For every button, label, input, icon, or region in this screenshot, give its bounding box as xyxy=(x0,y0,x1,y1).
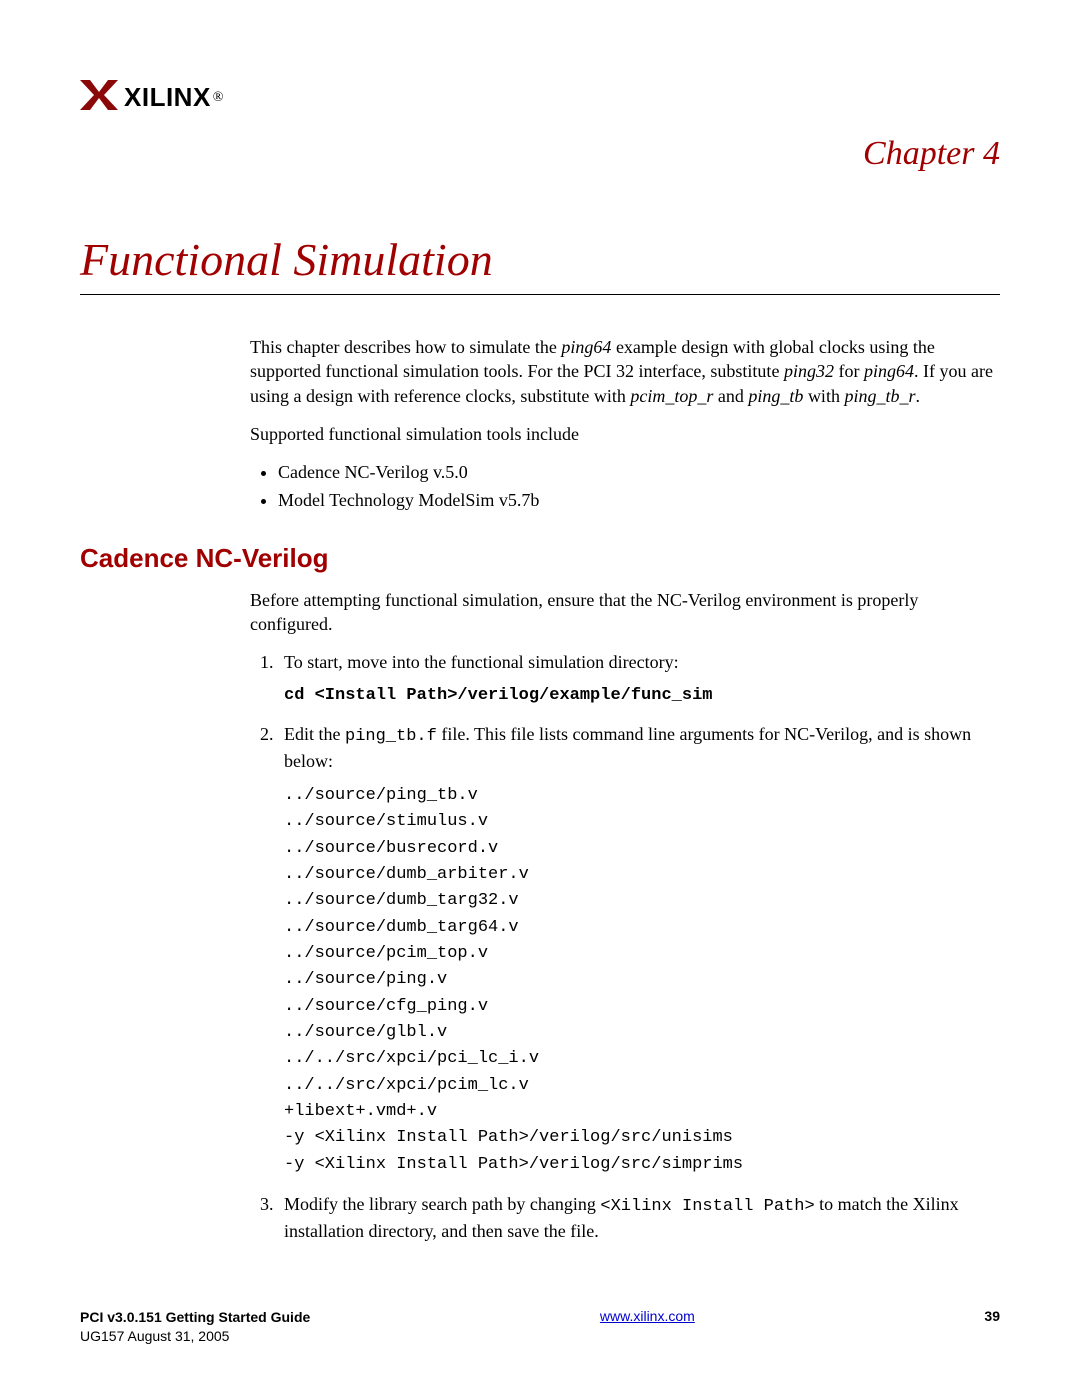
code-line: -y <Xilinx Install Path>/verilog/src/sim… xyxy=(284,1152,1000,1178)
footer-url-link[interactable]: www.xilinx.com xyxy=(600,1308,695,1324)
step-3: Modify the library search path by changi… xyxy=(278,1192,1000,1243)
code-listing: ../source/ping_tb.v../source/stimulus.v.… xyxy=(284,783,1000,1178)
code-line: ../source/ping_tb.v xyxy=(284,783,1000,809)
logo: XILINX ® xyxy=(80,80,1000,115)
section-heading: Cadence NC-Verilog xyxy=(80,543,1000,574)
footer-left: PCI v3.0.151 Getting Started Guide UG157… xyxy=(80,1308,310,1347)
registered-mark: ® xyxy=(213,90,224,106)
chapter-title: Functional Simulation xyxy=(80,233,1000,295)
intro-paragraph: This chapter describes how to simulate t… xyxy=(250,335,1000,408)
page-footer: PCI v3.0.151 Getting Started Guide UG157… xyxy=(80,1308,1000,1347)
footer-center: www.xilinx.com xyxy=(600,1308,695,1324)
step1-text: To start, move into the functional simul… xyxy=(284,652,679,672)
step1-command: cd <Install Path>/verilog/example/func_s… xyxy=(284,685,1000,708)
code-line: ../../src/xpci/pci_lc_i.v xyxy=(284,1046,1000,1072)
code-line: ../source/cfg_ping.v xyxy=(284,994,1000,1020)
tools-list-item: Model Technology ModelSim v5.7b xyxy=(278,488,1000,512)
code-line: ../source/glbl.v xyxy=(284,1020,1000,1046)
step-2: Edit the ping_tb.f file. This file lists… xyxy=(278,722,1000,1178)
code-line: ../source/dumb_arbiter.v xyxy=(284,862,1000,888)
step-1: To start, move into the functional simul… xyxy=(278,650,1000,707)
logo-text: XILINX xyxy=(124,82,211,113)
supported-label: Supported functional simulation tools in… xyxy=(250,422,1000,446)
footer-doc-ref: UG157 August 31, 2005 xyxy=(80,1327,310,1347)
code-line: ../../src/xpci/pcim_lc.v xyxy=(284,1073,1000,1099)
code-line: +libext+.vmd+.v xyxy=(284,1099,1000,1125)
section-intro: Before attempting functional simulation,… xyxy=(250,588,1000,637)
tools-list-item: Cadence NC-Verilog v.5.0 xyxy=(278,460,1000,484)
footer-guide-title: PCI v3.0.151 Getting Started Guide xyxy=(80,1308,310,1328)
code-line: ../source/dumb_targ64.v xyxy=(284,915,1000,941)
code-line: ../source/pcim_top.v xyxy=(284,941,1000,967)
logo-mark-icon xyxy=(80,80,118,115)
step3-text: Modify the library search path by changi… xyxy=(284,1194,959,1241)
steps-list: To start, move into the functional simul… xyxy=(250,650,1000,1243)
tools-list: Cadence NC-Verilog v.5.0 Model Technology… xyxy=(250,460,1000,513)
code-line: ../source/stimulus.v xyxy=(284,809,1000,835)
code-line: ../source/busrecord.v xyxy=(284,836,1000,862)
code-line: -y <Xilinx Install Path>/verilog/src/uni… xyxy=(284,1125,1000,1151)
step2-text: Edit the ping_tb.f file. This file lists… xyxy=(284,724,971,771)
footer-page-number: 39 xyxy=(984,1308,1000,1324)
code-line: ../source/dumb_targ32.v xyxy=(284,888,1000,914)
code-line: ../source/ping.v xyxy=(284,967,1000,993)
chapter-label: Chapter 4 xyxy=(80,135,1000,173)
